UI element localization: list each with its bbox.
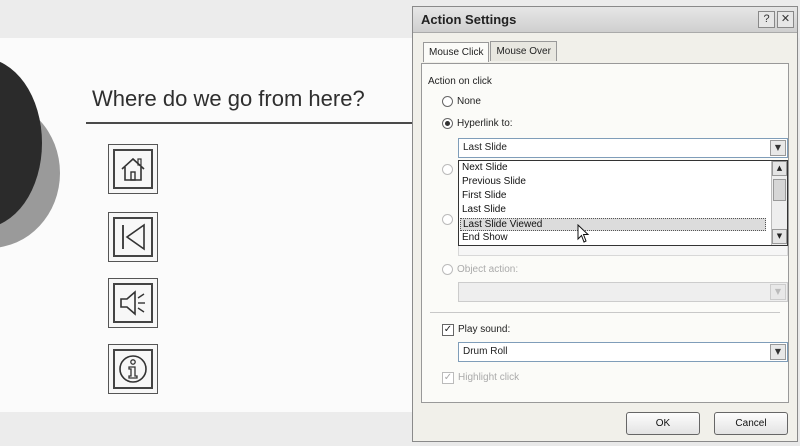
information-icon xyxy=(119,355,147,383)
divider xyxy=(430,312,780,313)
dialog-titlebar[interactable]: Action Settings xyxy=(413,7,797,33)
run-macro-radio[interactable] xyxy=(442,214,453,225)
sound-select[interactable]: Drum Roll ▼ xyxy=(458,342,788,362)
list-item-selected[interactable]: Last Slide Viewed xyxy=(460,218,766,231)
slide-canvas[interactable]: Where do we go from here? xyxy=(0,38,440,412)
list-scrollbar[interactable]: ▲ ▼ xyxy=(771,161,787,245)
object-action-radio[interactable] xyxy=(442,264,453,275)
close-button[interactable]: ✕ xyxy=(777,11,794,28)
tab-mouse-over[interactable]: Mouse Over xyxy=(490,41,557,61)
play-sound-label: Play sound: xyxy=(458,324,511,335)
scroll-thumb[interactable] xyxy=(773,179,786,201)
background-shade-bottom xyxy=(0,412,420,446)
none-radio[interactable] xyxy=(442,96,453,107)
chevron-down-icon[interactable]: ▼ xyxy=(770,284,786,300)
back-icon xyxy=(122,223,145,251)
information-action-button[interactable] xyxy=(108,344,158,394)
back-action-button[interactable] xyxy=(108,212,158,262)
scroll-up-icon[interactable]: ▲ xyxy=(772,161,787,176)
list-item[interactable]: Previous Slide xyxy=(462,176,526,187)
dialog-title: Action Settings xyxy=(421,12,517,27)
highlight-click-label: Highlight click xyxy=(458,372,520,383)
cancel-button[interactable]: Cancel xyxy=(714,412,788,435)
list-item[interactable]: First Slide xyxy=(462,190,506,201)
list-item[interactable]: Next Slide xyxy=(462,162,508,173)
chevron-down-icon[interactable]: ▼ xyxy=(770,344,786,360)
hyperlink-select-value: Last Slide xyxy=(463,142,507,153)
tab-mouse-click[interactable]: Mouse Click xyxy=(423,42,490,62)
object-action-label: Object action: xyxy=(457,264,519,275)
list-item[interactable]: End Show xyxy=(462,232,508,243)
sound-select-value: Drum Roll xyxy=(463,346,508,357)
title-underline xyxy=(86,122,440,124)
help-button[interactable]: ? xyxy=(758,11,775,28)
hyperlink-radio-label: Hyperlink to: xyxy=(457,118,513,129)
home-icon xyxy=(121,157,145,181)
dialog-tabs: Mouse Click Mouse Over xyxy=(423,41,558,62)
sound-action-button[interactable] xyxy=(108,278,158,328)
home-action-button[interactable] xyxy=(108,144,158,194)
object-action-select[interactable]: ▼ xyxy=(458,282,788,302)
ok-button[interactable]: OK xyxy=(626,412,700,435)
none-radio-label: None xyxy=(457,96,481,107)
chevron-down-icon[interactable]: ▼ xyxy=(770,140,786,156)
scroll-down-icon[interactable]: ▼ xyxy=(772,229,787,244)
run-program-radio[interactable] xyxy=(442,164,453,175)
hyperlink-select[interactable]: Last Slide ▼ xyxy=(458,138,788,158)
play-sound-checkbox[interactable]: ✓ xyxy=(442,324,454,336)
hyperlink-radio[interactable] xyxy=(442,118,453,129)
mouse-pointer-icon xyxy=(577,224,590,243)
sound-icon xyxy=(120,290,145,316)
section-label: Action on click xyxy=(428,76,492,87)
highlight-click-checkbox[interactable]: ✓ xyxy=(442,372,454,384)
hyperlink-dropdown-list[interactable]: Next Slide Previous Slide First Slide La… xyxy=(458,160,788,246)
list-item[interactable]: Last Slide xyxy=(462,204,506,215)
slide-title[interactable]: Where do we go from here? xyxy=(92,86,365,112)
